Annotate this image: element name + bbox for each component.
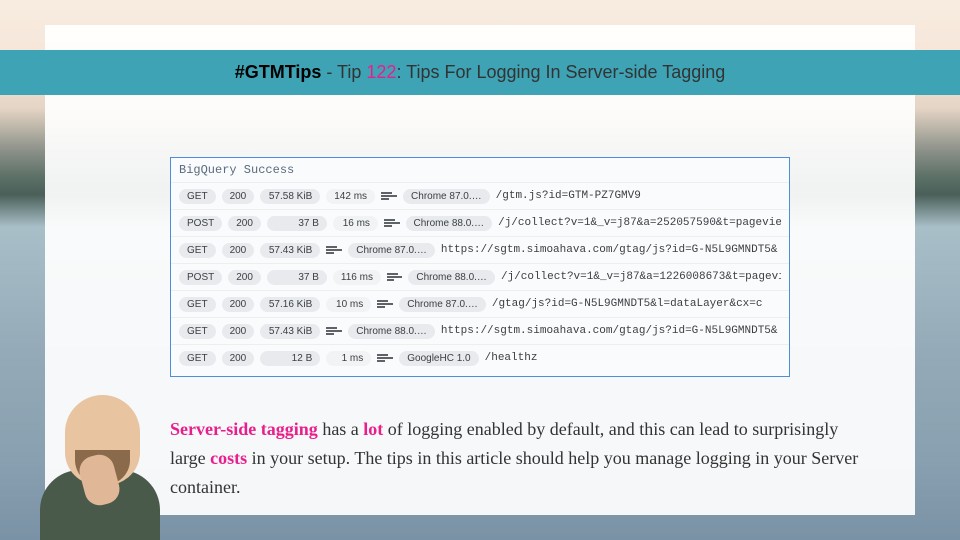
- size-pill: 57.43 KiB: [260, 324, 320, 339]
- header-hashtag: #GTMTips: [235, 62, 322, 82]
- size-pill: 57.58 KiB: [260, 189, 320, 204]
- description-text: Server-side tagging has a lot of logging…: [170, 415, 870, 501]
- time-pill: 10 ms: [326, 297, 371, 312]
- status-pill: 200: [222, 243, 255, 258]
- agent-pill: GoogleHC 1.0: [399, 351, 478, 366]
- agent-pill: Chrome 88.0.…: [408, 270, 495, 285]
- agent-pill: Chrome 88.0.…: [348, 324, 435, 339]
- waterfall-icon: [387, 272, 403, 282]
- method-pill: GET: [179, 189, 216, 204]
- highlight-text: Server-side tagging: [170, 419, 318, 439]
- url-text: /healthz: [485, 352, 538, 364]
- log-row[interactable]: GET 200 12 B 1 ms GoogleHC 1.0/healthz: [171, 344, 789, 371]
- highlight-text: lot: [363, 419, 383, 439]
- status-pill: 200: [222, 324, 255, 339]
- waterfall-icon: [326, 326, 342, 336]
- log-row[interactable]: GET 200 57.58 KiB 142 ms Chrome 87.0.… /gtm.j…: [171, 182, 789, 209]
- time-pill: 1 ms: [326, 351, 371, 366]
- time-pill: 16 ms: [333, 216, 378, 231]
- method-pill: GET: [179, 351, 216, 366]
- author-avatar: [30, 380, 170, 540]
- waterfall-icon: [381, 191, 397, 201]
- method-pill: POST: [179, 216, 222, 231]
- method-pill: GET: [179, 243, 216, 258]
- waterfall-icon: [377, 299, 393, 309]
- log-row[interactable]: GET 200 57.43 KiB Chrome 87.0.… https://sgtm…: [171, 236, 789, 263]
- status-pill: 200: [222, 351, 255, 366]
- body-text: in your setup. The tips in this article …: [170, 448, 858, 497]
- header-title: #GTMTips - Tip 122: Tips For Logging In …: [235, 62, 726, 83]
- log-row[interactable]: GET 200 57.16 KiB 10 ms Chrome 87.0.… /gtag/j…: [171, 290, 789, 317]
- body-text: has a: [318, 419, 363, 439]
- status-pill: 200: [222, 189, 255, 204]
- agent-pill: Chrome 87.0.…: [399, 297, 486, 312]
- time-pill: 116 ms: [333, 270, 381, 285]
- url-text: /gtag/js?id=G-N5L9GMNDT5&l=dataLayer&cx=…: [492, 298, 763, 310]
- waterfall-icon: [377, 353, 393, 363]
- waterfall-icon: [326, 245, 342, 255]
- url-text: /gtm.js?id=GTM-PZ7GMV9: [496, 190, 641, 202]
- time-pill: 142 ms: [326, 189, 375, 204]
- agent-pill: Chrome 88.0.…: [406, 216, 493, 231]
- log-row[interactable]: GET 200 57.43 KiB Chrome 88.0.… https://sgtm…: [171, 317, 789, 344]
- log-row[interactable]: POST 200 37 B 116 ms Chrome 88.0.… /j/collect…: [171, 263, 789, 290]
- size-pill: 37 B: [267, 216, 327, 231]
- size-pill: 57.43 KiB: [260, 243, 320, 258]
- url-text: https://sgtm.simoahava.com/gtag/js?id=G-…: [441, 244, 778, 256]
- url-text: https://sgtm.simoahava.com/gtag/js?id=G-…: [441, 325, 778, 337]
- agent-pill: Chrome 87.0.…: [403, 189, 490, 204]
- status-pill: 200: [222, 297, 255, 312]
- method-pill: GET: [179, 324, 216, 339]
- method-pill: POST: [179, 270, 222, 285]
- status-pill: 200: [228, 270, 261, 285]
- method-pill: GET: [179, 297, 216, 312]
- header-bar: #GTMTips - Tip 122: Tips For Logging In …: [0, 50, 960, 95]
- size-pill: 37 B: [267, 270, 327, 285]
- highlight-text: costs: [210, 448, 247, 468]
- url-text: /j/collect?v=1&_v=j87&a=1226008673&t=pag…: [501, 271, 781, 283]
- waterfall-icon: [384, 218, 400, 228]
- url-text: /j/collect?v=1&_v=j87&a=252057590&t=page…: [498, 217, 781, 229]
- size-pill: 12 B: [260, 351, 320, 366]
- tip-number: 122: [366, 62, 396, 82]
- size-pill: 57.16 KiB: [260, 297, 320, 312]
- status-pill: 200: [228, 216, 261, 231]
- log-panel: BigQuery Success GET 200 57.58 KiB 142 ms Ch…: [170, 157, 790, 377]
- log-row[interactable]: POST 200 37 B 16 ms Chrome 88.0.… /j/collect?…: [171, 209, 789, 236]
- log-panel-title: BigQuery Success: [171, 158, 789, 182]
- agent-pill: Chrome 87.0.…: [348, 243, 435, 258]
